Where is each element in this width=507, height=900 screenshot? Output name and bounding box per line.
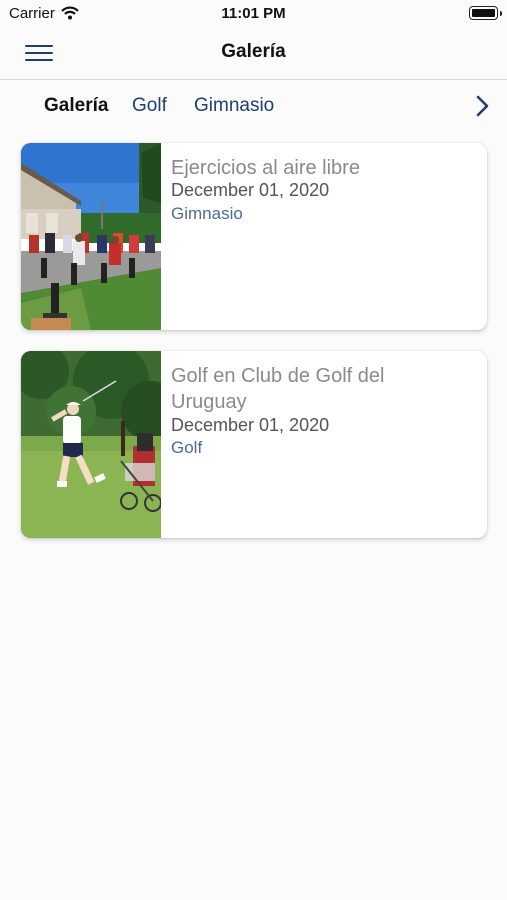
card-title: Ejercicios al aire libre (171, 157, 360, 179)
outdoor-spin-class-photo (21, 143, 161, 330)
clock: 11:01 PM (221, 5, 286, 22)
chevron-right-icon[interactable] (471, 95, 493, 117)
card-date: December 01, 2020 (171, 180, 330, 200)
navigation-bar: Galería (0, 28, 507, 80)
page-title: Galería (221, 41, 286, 62)
card-date: December 01, 2020 (171, 415, 330, 435)
card-category: Gimnasio (171, 204, 243, 223)
battery-icon (469, 6, 502, 20)
card-title: Golf en Club de Golf del Uruguay (171, 365, 385, 413)
gallery-card-golf[interactable]: Golf en Club de Golf del Uruguay Decembe… (21, 351, 487, 538)
category-tabs: Galería Golf Gimnasio (0, 82, 507, 130)
golfer-swing-photo (21, 351, 161, 538)
status-bar: Carrier 11:01 PM (0, 0, 507, 28)
tab-galeria[interactable]: Galería (44, 95, 108, 117)
hamburger-menu-icon[interactable] (25, 43, 53, 63)
gallery-card-ejercicios[interactable]: Ejercicios al aire libre December 01, 20… (21, 143, 487, 330)
tab-golf[interactable]: Golf (132, 95, 167, 117)
card-category: Golf (171, 438, 203, 457)
tab-gimnasio[interactable]: Gimnasio (194, 95, 274, 117)
